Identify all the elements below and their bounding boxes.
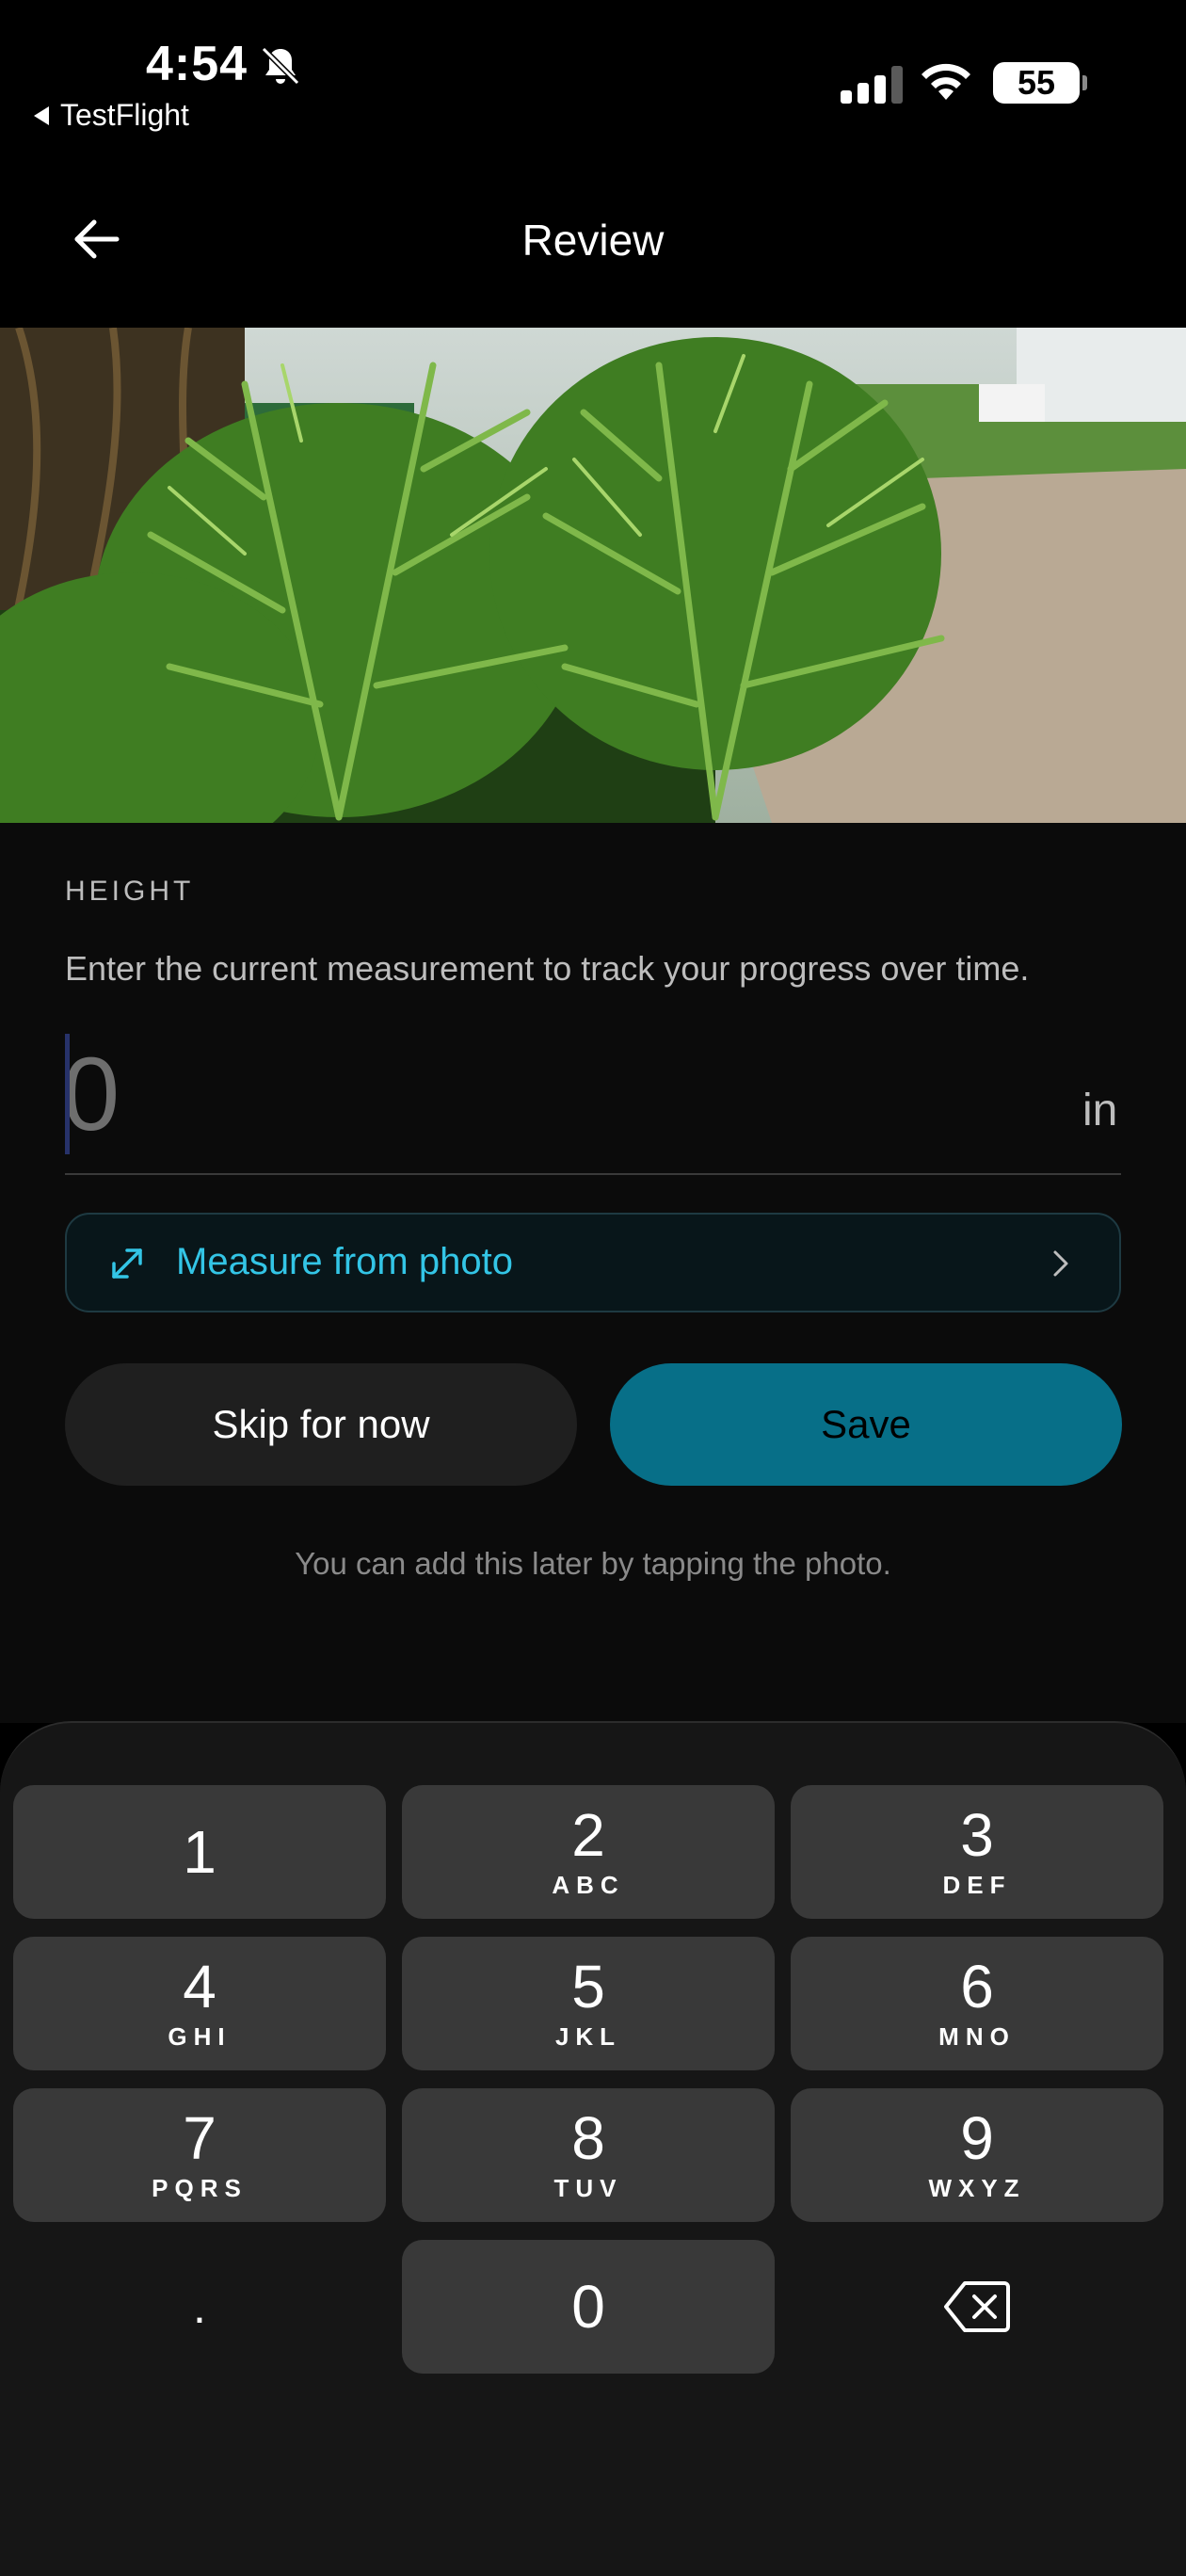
key-letters: JKL bbox=[554, 2021, 622, 2051]
measure-from-photo-button[interactable]: Measure from photo bbox=[65, 1213, 1121, 1312]
key-letters: TUV bbox=[553, 2173, 623, 2202]
delete-key[interactable] bbox=[791, 2240, 1163, 2374]
measure-from-photo-label: Measure from photo bbox=[176, 1241, 513, 1282]
key-7[interactable]: 7 PQRS bbox=[13, 2088, 386, 2222]
status-time: 4:54 bbox=[146, 37, 248, 91]
key-2[interactable]: 2 ABC bbox=[402, 1785, 775, 1919]
silent-bell-icon bbox=[261, 46, 300, 86]
back-app-label: TestFlight bbox=[60, 98, 189, 132]
key-6[interactable]: 6 MNO bbox=[791, 1937, 1163, 2070]
measurement-helper-text: Enter the current measurement to track y… bbox=[65, 949, 1030, 988]
key-letters: PQRS bbox=[152, 2173, 248, 2202]
key-1[interactable]: 1 bbox=[13, 1785, 386, 1919]
unit-label: in bbox=[1082, 1086, 1118, 1135]
key-digit: 1 bbox=[183, 1818, 216, 1886]
key-digit: 9 bbox=[960, 2103, 994, 2172]
decimal-key[interactable]: . bbox=[13, 2240, 386, 2374]
key-0[interactable]: 0 bbox=[402, 2240, 775, 2374]
key-letters: WXYZ bbox=[928, 2173, 1026, 2202]
key-letters: DEF bbox=[942, 1870, 1012, 1899]
plant-photo-image bbox=[0, 328, 1186, 823]
key-letters: GHI bbox=[168, 2021, 232, 2051]
text-cursor bbox=[65, 1034, 70, 1154]
key-8[interactable]: 8 TUV bbox=[402, 2088, 775, 2222]
key-digit: 3 bbox=[960, 1800, 994, 1869]
key-4[interactable]: 4 GHI bbox=[13, 1937, 386, 2070]
key-digit: 8 bbox=[571, 2103, 605, 2172]
key-digit: 6 bbox=[960, 1952, 994, 2021]
key-digit: 2 bbox=[571, 1800, 605, 1869]
save-button[interactable]: Save bbox=[610, 1363, 1122, 1486]
key-5[interactable]: 5 JKL bbox=[402, 1937, 775, 2070]
chevron-right-icon bbox=[1053, 1250, 1068, 1277]
page-title: Review bbox=[521, 216, 665, 265]
battery-indicator: 55 bbox=[993, 62, 1087, 104]
height-section-label: HEIGHT bbox=[65, 876, 195, 907]
add-later-note: You can add this later by tapping the ph… bbox=[295, 1546, 891, 1581]
delete-backspace-icon bbox=[944, 2281, 1010, 2332]
plant-photo[interactable] bbox=[0, 328, 1186, 823]
key-9[interactable]: 9 WXYZ bbox=[791, 2088, 1163, 2222]
back-to-app-link[interactable]: TestFlight bbox=[34, 98, 189, 133]
key-digit: 5 bbox=[571, 1952, 605, 2021]
wifi-icon bbox=[922, 63, 970, 100]
cellular-signal-icon bbox=[841, 66, 903, 104]
numeric-keypad: 1 2 ABC 3 DEF 4 GHI 5 JKL 6 MNO 7 PQRS 8… bbox=[0, 1721, 1186, 2576]
key-3[interactable]: 3 DEF bbox=[791, 1785, 1163, 1919]
back-triangle-icon bbox=[34, 105, 49, 125]
height-input[interactable] bbox=[62, 1038, 909, 1151]
key-digit: 0 bbox=[571, 2273, 605, 2341]
expand-diagonal-icon bbox=[112, 1248, 142, 1279]
key-digit: 4 bbox=[183, 1952, 216, 2021]
key-letters: ABC bbox=[552, 1870, 625, 1899]
skip-for-now-button[interactable]: Skip for now bbox=[65, 1363, 577, 1486]
key-letters: MNO bbox=[938, 2021, 1016, 2051]
decimal-symbol: . bbox=[193, 2280, 206, 2333]
key-digit: 7 bbox=[183, 2103, 216, 2172]
